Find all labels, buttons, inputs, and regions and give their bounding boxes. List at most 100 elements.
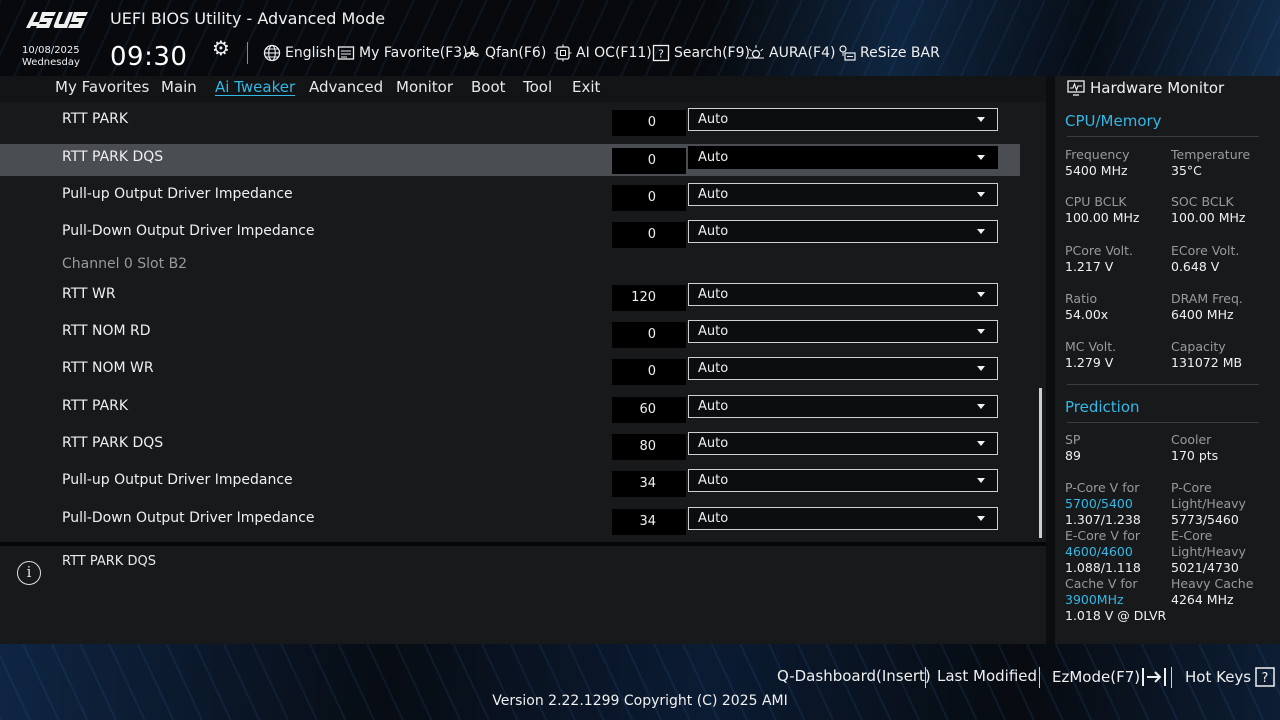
language-button[interactable]: English — [263, 43, 336, 63]
scrollbar-thumb[interactable] — [1039, 388, 1042, 538]
my-favorite-label: My Favorite(F3) — [359, 45, 468, 61]
hw-capacity: Capacity 131072 MB — [1171, 339, 1243, 370]
hw-heavy-cache: Heavy Cache 4264 MHz — [1171, 576, 1254, 607]
dropdown-arrow-icon — [977, 441, 985, 446]
setting-dropdown[interactable]: Auto — [688, 220, 998, 243]
ezmode-button[interactable]: EzMode(F7) — [1052, 667, 1169, 687]
setting-label: RTT NOM WR — [62, 360, 154, 376]
resize-bar-label: ReSize BAR — [860, 45, 940, 61]
hw-temperature: Temperature 35°C — [1171, 147, 1251, 178]
exit-arrow-icon — [1142, 668, 1167, 686]
settings-panel: RTT PARK 0 Auto RTT PARK DQS 0 Auto Pull… — [0, 102, 1046, 542]
dropdown-value: Auto — [698, 150, 729, 165]
setting-value: 0 — [612, 222, 686, 248]
dropdown-arrow-icon — [977, 192, 985, 197]
section-divider — [1067, 136, 1259, 137]
setting-dropdown[interactable]: Auto — [688, 108, 998, 131]
tab-main[interactable]: Main — [161, 78, 197, 96]
tab-advanced[interactable]: Advanced — [309, 78, 383, 96]
setting-row[interactable]: RTT PARK 60 Auto — [0, 393, 1020, 425]
footer-divider — [1039, 667, 1040, 688]
setting-dropdown[interactable]: Auto — [688, 357, 998, 380]
setting-label: RTT PARK — [62, 398, 129, 414]
language-label: English — [285, 45, 336, 61]
setting-label: RTT PARK DQS — [62, 435, 164, 451]
date-text: 10/08/2025 — [22, 45, 80, 56]
setting-dropdown[interactable]: Auto — [688, 507, 998, 530]
help-question-icon: ? — [1255, 667, 1275, 687]
setting-dropdown[interactable]: Auto — [688, 432, 998, 455]
footer-divider — [1171, 667, 1172, 688]
help-panel: i RTT PARK DQS — [0, 546, 1046, 644]
dropdown-value: Auto — [698, 324, 729, 339]
setting-value: 120 — [612, 285, 686, 311]
setting-row[interactable]: Pull-Down Output Driver Impedance 0 Auto — [0, 218, 1020, 250]
tab-exit[interactable]: Exit — [572, 78, 600, 96]
dropdown-arrow-icon — [977, 366, 985, 371]
setting-row-selected[interactable]: RTT PARK DQS 0 Auto — [0, 144, 1020, 176]
setting-value: 0 — [612, 148, 686, 174]
setting-row[interactable]: RTT PARK DQS 80 Auto — [0, 430, 1020, 462]
tab-boot[interactable]: Boot — [471, 78, 506, 96]
time-display: 09:30 — [110, 42, 188, 72]
setting-row[interactable]: RTT PARK 0 Auto — [0, 106, 1020, 138]
qfan-button[interactable]: Qfan(F6) — [463, 43, 546, 63]
tab-my-favorites[interactable]: My Favorites — [55, 78, 149, 96]
hw-ecore-light-heavy: E-Core Light/Heavy 5021/4730 — [1171, 528, 1246, 575]
setting-dropdown[interactable]: Auto — [688, 469, 998, 492]
setting-dropdown[interactable]: Auto — [688, 183, 998, 206]
setting-dropdown[interactable]: Auto — [688, 283, 998, 306]
setting-dropdown[interactable]: Auto — [688, 146, 998, 169]
aura-button[interactable]: AURA(F4) — [747, 43, 835, 63]
setting-label: RTT NOM RD — [62, 323, 151, 339]
resize-bar-icon — [839, 45, 856, 61]
aura-icon — [748, 45, 764, 59]
setting-value: 0 — [612, 359, 686, 385]
setting-row[interactable]: Pull-up Output Driver Impedance 34 Auto — [0, 467, 1020, 499]
group-label: Channel 0 Slot B2 — [62, 256, 188, 272]
setting-row[interactable]: Pull-Down Output Driver Impedance 34 Aut… — [0, 505, 1020, 537]
setting-dropdown[interactable]: Auto — [688, 395, 998, 418]
search-button[interactable]: ? Search(F9) — [652, 43, 750, 63]
setting-label: RTT PARK DQS — [62, 149, 164, 165]
my-favorite-button[interactable]: My Favorite(F3) — [337, 43, 468, 63]
tab-ai-tweaker[interactable]: Ai Tweaker — [215, 78, 295, 96]
group-header: Channel 0 Slot B2 — [0, 251, 1020, 283]
monitor-icon — [1067, 80, 1085, 96]
resize-bar-button[interactable]: ReSize BAR — [838, 43, 940, 63]
dropdown-value: Auto — [698, 436, 729, 451]
cpu-memory-heading: CPU/Memory — [1065, 112, 1162, 130]
dropdown-arrow-icon — [977, 117, 985, 122]
dropdown-value: Auto — [698, 187, 729, 202]
gear-icon[interactable]: ⚙ — [212, 38, 232, 58]
q-dashboard-button[interactable]: Q-Dashboard(Insert) — [777, 667, 931, 685]
setting-value: 0 — [612, 322, 686, 348]
version-text: Version 2.22.1299 Copyright (C) 2025 AMI — [492, 693, 788, 709]
setting-value: 34 — [612, 509, 686, 535]
fan-icon — [465, 45, 479, 58]
setting-row[interactable]: RTT NOM RD 0 Auto — [0, 318, 1020, 350]
search-icon: ? — [652, 44, 670, 62]
setting-label: Pull-up Output Driver Impedance — [62, 186, 293, 202]
hw-pcore-light-heavy: P-Core Light/Heavy 5773/5460 — [1171, 480, 1246, 527]
search-label: Search(F9) — [674, 45, 750, 61]
setting-row[interactable]: RTT WR 120 Auto — [0, 281, 1020, 313]
hw-ecore-v-for: E-Core V for 4600/4600 1.088/1.118 — [1065, 528, 1141, 575]
hw-pcore-volt: PCore Volt. 1.217 V — [1065, 243, 1134, 274]
dropdown-arrow-icon — [977, 478, 985, 483]
setting-value: 0 — [612, 110, 686, 136]
date-display: 10/08/2025 Wednesday — [22, 45, 80, 69]
ai-oc-button[interactable]: AI OC(F11) — [554, 43, 652, 63]
hot-keys-button[interactable]: Hot Keys ? — [1185, 667, 1275, 687]
setting-dropdown[interactable]: Auto — [688, 320, 998, 343]
setting-row[interactable]: RTT NOM WR 0 Auto — [0, 355, 1020, 387]
dropdown-arrow-icon — [977, 292, 985, 297]
tab-tool[interactable]: Tool — [523, 78, 552, 96]
tab-monitor[interactable]: Monitor — [396, 78, 453, 96]
asus-logo — [26, 12, 88, 28]
setting-row[interactable]: Pull-up Output Driver Impedance 0 Auto — [0, 181, 1020, 213]
weekday-text: Wednesday — [22, 57, 80, 68]
ai-oc-icon — [554, 44, 572, 62]
last-modified-button[interactable]: Last Modified — [937, 667, 1037, 685]
dropdown-arrow-icon — [977, 155, 985, 160]
